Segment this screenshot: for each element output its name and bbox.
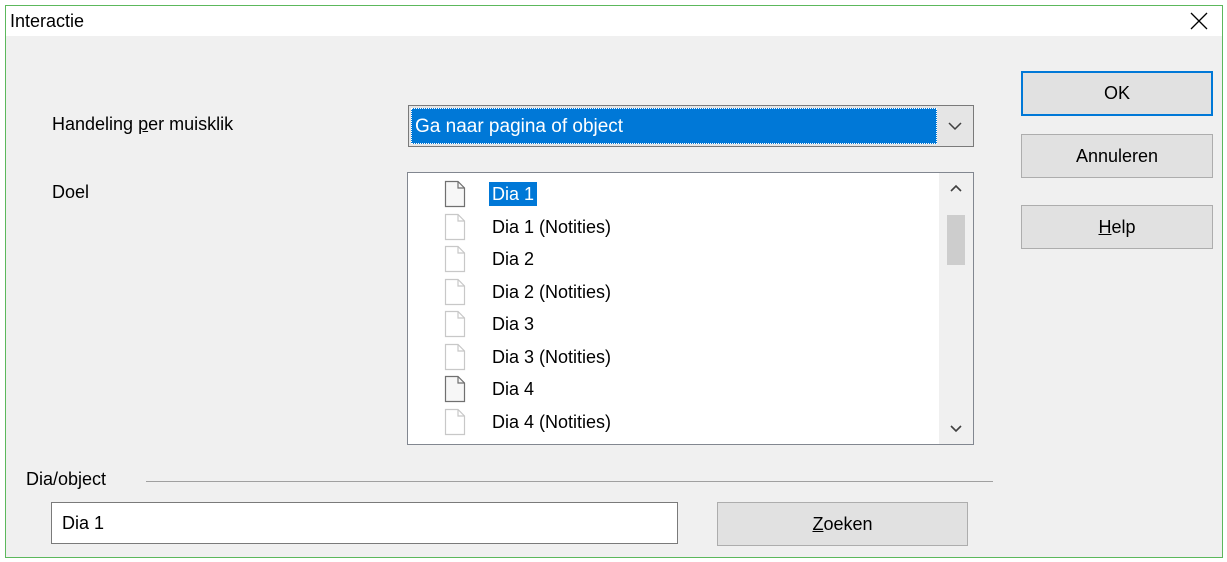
target-list[interactable]: Dia 1 Dia 1 (Notities) Dia 2 Dia 2 (Notitie… — [407, 172, 974, 445]
dialog-title: Interactie — [10, 11, 85, 31]
list-item[interactable]: Dia 4 (Notities) — [444, 407, 924, 439]
list-item[interactable]: Dia 2 — [444, 244, 924, 276]
close-button[interactable] — [1176, 6, 1222, 36]
list-item-label: Dia 2 — [492, 249, 535, 269]
chevron-down-icon — [948, 122, 962, 131]
help-mnemonic: H — [1098, 216, 1112, 237]
title-bar: Interactie — [6, 6, 1222, 36]
notes-page-icon — [444, 408, 466, 436]
notes-page-icon — [444, 343, 466, 371]
help-label: elp — [1111, 216, 1136, 237]
notes-page-icon — [444, 278, 466, 306]
help-button[interactable]: Help — [1021, 205, 1213, 249]
dropdown-arrow[interactable] — [939, 108, 971, 144]
action-label-mnemonic: p — [138, 114, 149, 134]
list-item-label: Dia 3 — [492, 314, 535, 334]
chevron-up-icon — [950, 184, 962, 192]
notes-page-icon — [444, 245, 466, 273]
list-item[interactable]: Dia 4 — [444, 374, 924, 406]
ok-button[interactable]: OK — [1021, 71, 1213, 116]
search-label: oeken — [823, 513, 873, 534]
list-item[interactable]: Dia 3 — [444, 309, 924, 341]
notes-page-icon — [444, 310, 466, 338]
vertical-scrollbar[interactable] — [939, 173, 973, 444]
list-item-label: Dia 2 (Notities) — [492, 282, 612, 302]
notes-page-icon — [444, 213, 466, 241]
scroll-down-button[interactable] — [939, 414, 973, 444]
cancel-button[interactable]: Annuleren — [1021, 134, 1213, 178]
action-dropdown-value: Ga naar pagina of object — [411, 108, 937, 144]
search-mnemonic: Z — [812, 513, 824, 534]
scrollbar-thumb[interactable] — [947, 215, 965, 265]
target-label: Doel — [52, 182, 90, 202]
slide-object-input[interactable] — [51, 502, 678, 544]
ok-label: OK — [1103, 83, 1130, 103]
slide-icon — [444, 375, 466, 403]
action-label-suffix: er muisklik — [148, 114, 234, 134]
list-item-label: Dia 3 (Notities) — [492, 347, 612, 367]
section-divider — [146, 481, 993, 482]
list-item[interactable]: Dia 3 (Notities) — [444, 342, 924, 374]
list-item[interactable]: Dia 1 (Notities) — [444, 212, 924, 244]
scroll-up-button[interactable] — [939, 173, 973, 203]
list-item-label: Dia 4 — [492, 379, 535, 399]
action-label: Handeling per muisklik — [52, 114, 233, 135]
action-label-prefix: Handeling — [52, 114, 139, 134]
list-item[interactable]: Dia 2 (Notities) — [444, 277, 924, 309]
list-item-label: Dia 1 (Notities) — [492, 217, 612, 237]
slide-object-section-label: Dia/object — [26, 469, 107, 489]
list-item[interactable]: Dia 1 — [444, 179, 924, 211]
interaction-dialog: Interactie Handeling per muisklik Ga naa… — [5, 5, 1223, 558]
list-item-label: Dia 4 (Notities) — [492, 412, 612, 432]
cancel-label: Annuleren — [1075, 145, 1159, 166]
close-icon — [1190, 12, 1208, 30]
search-button[interactable]: Zoeken — [717, 502, 968, 546]
list-item-label: Dia 1 — [489, 182, 538, 206]
slide-icon — [444, 180, 466, 208]
chevron-down-icon — [950, 425, 962, 433]
action-dropdown[interactable]: Ga naar pagina of object — [408, 105, 974, 147]
